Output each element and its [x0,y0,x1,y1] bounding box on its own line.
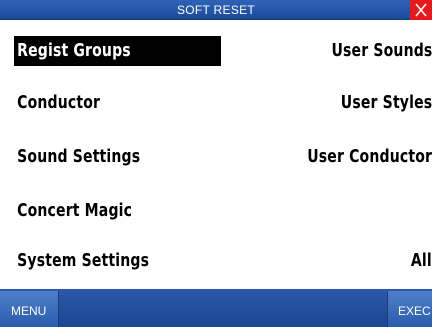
option-user-sounds[interactable]: User Sounds [331,36,432,66]
option-regist-groups[interactable]: Regist Groups [14,36,185,66]
option-all[interactable]: All [411,246,432,276]
close-x-icon [415,3,427,17]
option-user-conductor[interactable]: User Conductor [307,142,432,172]
bottom-bar: MENU EXEC [0,289,432,327]
option-sound-settings[interactable]: Sound Settings [14,142,195,172]
option-system-settings[interactable]: System Settings [14,246,204,276]
option-user-styles[interactable]: User Styles [341,88,432,118]
menu-button[interactable]: MENU [0,291,59,327]
close-button[interactable] [410,0,432,20]
option-concert-magic[interactable]: Concert Magic [14,196,187,226]
soft-reset-screen: SOFT RESET Regist Groups Conductor Sound… [0,0,432,327]
option-conductor[interactable]: Conductor [14,88,155,118]
exec-button[interactable]: EXEC [387,291,432,327]
page-title: SOFT RESET [176,3,256,17]
title-bar: SOFT RESET [0,0,432,20]
